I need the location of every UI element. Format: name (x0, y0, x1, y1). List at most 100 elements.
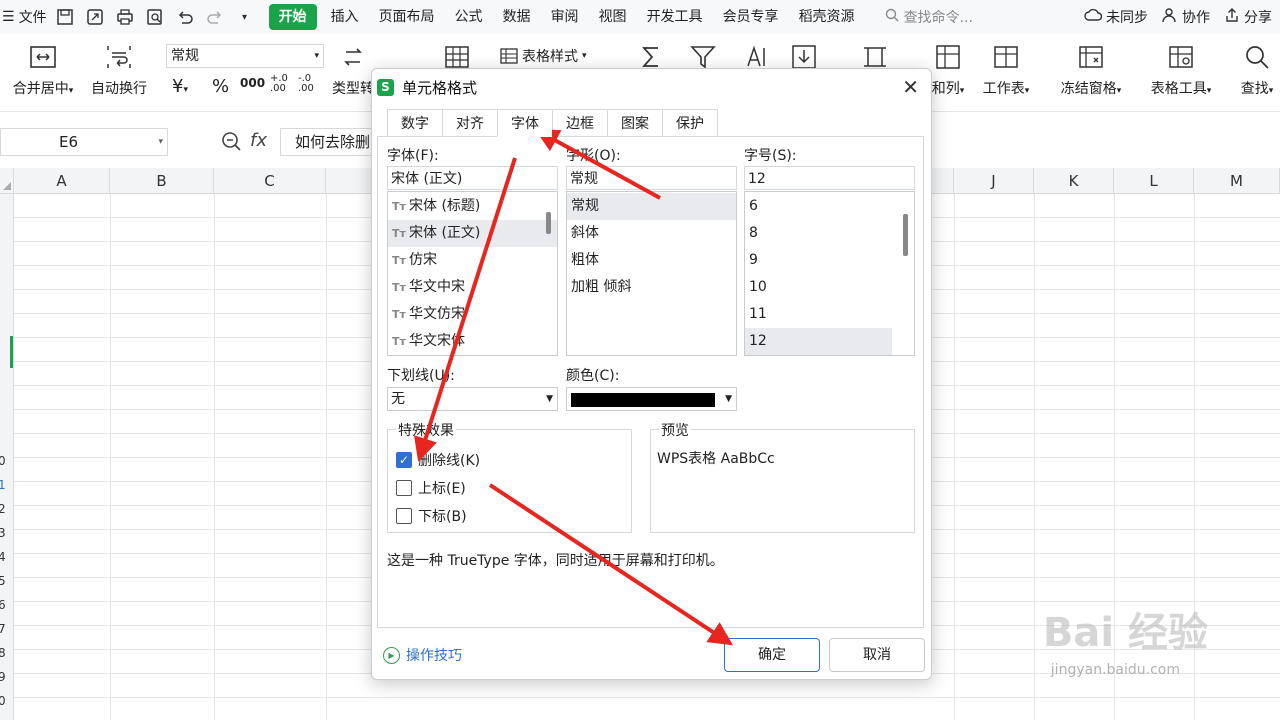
select-all-corner[interactable] (0, 168, 14, 194)
close-icon[interactable]: ✕ (902, 75, 919, 99)
formula-input[interactable]: 如何去除删 (280, 128, 380, 156)
freeze-panes-button[interactable]: 冻结窗格▾ (1054, 34, 1128, 98)
font-list[interactable]: Tт 宋体 (标题) Tт 宋体 (正文) Tт 仿宋 Tт 华文中宋 Tт 华文仿宋 T… (387, 191, 558, 356)
thousands-separator-button[interactable]: 000 (240, 76, 265, 90)
list-item[interactable]: 12 (745, 328, 892, 355)
column-header-l[interactable]: L (1114, 168, 1194, 194)
tab-number[interactable]: 数字 (387, 109, 442, 137)
row-header[interactable]: 8 (0, 646, 12, 660)
list-item[interactable]: 8 (745, 220, 914, 247)
tab-data[interactable]: 数据 (493, 4, 541, 30)
underline-select[interactable]: 无 ▼ (387, 387, 558, 411)
chevron-down-icon[interactable]: ▾ (235, 7, 255, 27)
percent-button[interactable]: % (212, 76, 229, 97)
row-header[interactable]: 0 (0, 454, 12, 468)
tab-developer[interactable]: 开发工具 (637, 4, 713, 30)
row-header[interactable]: 3 (0, 526, 12, 540)
strikethrough-checkbox[interactable]: ✓ 删除线(K) (396, 450, 480, 470)
list-item[interactable]: 粗体 (567, 247, 736, 274)
list-item[interactable]: Tт 宋体 (标题) (388, 193, 557, 220)
tab-insert[interactable]: 插入 (321, 4, 369, 30)
list-item[interactable]: Tт 仿宋 (388, 247, 557, 274)
sync-status[interactable]: 未同步 (1084, 7, 1148, 27)
list-item[interactable]: 斜体 (567, 220, 736, 247)
row-header[interactable]: 6 (0, 598, 12, 612)
share-button[interactable]: 分享 (1224, 7, 1272, 27)
redo-icon[interactable] (205, 7, 225, 27)
tab-page-layout[interactable]: 页面布局 (369, 4, 445, 30)
worksheet-button[interactable]: 工作表▾ (976, 34, 1036, 98)
list-item[interactable]: 加粗 倾斜 (567, 274, 736, 301)
color-label: 颜色(C): (566, 368, 620, 384)
tab-home[interactable]: 开始 (268, 4, 317, 30)
subscript-checkbox[interactable]: 下标(B) (396, 506, 467, 526)
wrap-text-button[interactable]: 自动换行 (88, 34, 150, 98)
ok-button[interactable]: 确定 (724, 638, 820, 672)
export-pdf-icon[interactable] (85, 7, 105, 27)
undo-icon[interactable] (175, 7, 195, 27)
list-item[interactable]: 6 (745, 193, 914, 220)
tab-border[interactable]: 边框 (552, 109, 607, 137)
merge-center-button[interactable]: 合并居中▾ (8, 34, 78, 98)
tab-font[interactable]: 字体 (497, 109, 552, 137)
row-header[interactable]: 1 (0, 478, 12, 492)
column-header-k[interactable]: K (1034, 168, 1114, 194)
list-item[interactable]: 11 (745, 301, 914, 328)
row-header[interactable]: 5 (0, 574, 12, 588)
list-item[interactable]: 9 (745, 247, 914, 274)
font-style-list[interactable]: 常规 斜体 粗体 加粗 倾斜 (566, 191, 737, 356)
scrollbar-thumb[interactable] (546, 212, 551, 234)
font-style-input[interactable]: 常规 (566, 166, 737, 190)
column-header-c[interactable]: C (214, 168, 326, 194)
tab-alignment[interactable]: 对齐 (442, 109, 497, 137)
column-header-a[interactable]: A (14, 168, 110, 194)
color-select[interactable]: ▼ (566, 387, 737, 411)
name-box[interactable]: E6 ▾ (0, 128, 168, 156)
cancel-button[interactable]: 取消 (829, 638, 925, 672)
currency-button[interactable]: ¥▾ (172, 76, 188, 97)
decrease-decimal-button[interactable]: -.0 .00 (298, 74, 314, 94)
tab-formulas[interactable]: 公式 (445, 4, 493, 30)
tab-view[interactable]: 视图 (589, 4, 637, 30)
font-input[interactable]: 宋体 (正文) (387, 166, 558, 190)
list-item[interactable]: Tт 宋体 (正文) (388, 220, 557, 247)
fx-icon[interactable]: fx (250, 130, 267, 151)
row-header[interactable]: 9 (0, 670, 12, 684)
tab-review[interactable]: 审阅 (541, 4, 589, 30)
column-header-j[interactable]: J (954, 168, 1034, 194)
save-icon[interactable] (55, 7, 75, 27)
row-header[interactable]: 7 (0, 622, 12, 636)
increase-decimal-button[interactable]: +.0 .00 (270, 74, 288, 94)
find-button[interactable]: 查找▾ (1234, 34, 1280, 98)
print-icon[interactable] (115, 7, 135, 27)
tips-link[interactable]: ▶ 操作技巧 (383, 645, 462, 665)
scrollbar-thumb[interactable] (903, 214, 908, 256)
file-menu[interactable]: ☰ 文件 (0, 7, 47, 27)
table-style-button[interactable]: 表格样式 ▾ (500, 46, 587, 66)
collab-button[interactable]: 协作 (1162, 7, 1210, 27)
number-format-select[interactable]: 常规 ▾ (166, 44, 324, 68)
table-tools-button[interactable]: 表格工具▾ (1144, 34, 1218, 98)
column-header-m[interactable]: M (1194, 168, 1280, 194)
superscript-checkbox[interactable]: 上标(E) (396, 478, 466, 498)
tab-protection[interactable]: 保护 (662, 109, 718, 137)
list-item[interactable]: Tт 华文宋体 (388, 328, 557, 355)
tab-docer[interactable]: 稻壳资源 (789, 4, 865, 30)
font-size-input[interactable]: 12 (744, 166, 915, 190)
row-header[interactable]: 4 (0, 550, 12, 564)
list-item[interactable]: Tт 华文仿宋 (388, 301, 557, 328)
tab-pattern[interactable]: 图案 (607, 109, 662, 137)
list-item[interactable]: 常规 (567, 193, 736, 220)
list-item[interactable]: Tт 华文中宋 (388, 274, 557, 301)
dialog-title-bar[interactable]: S 单元格格式 ✕ (372, 69, 931, 105)
row-header[interactable]: 2 (0, 502, 12, 516)
print-preview-icon[interactable] (145, 7, 165, 27)
worksheet-label: 工作表▾ (982, 81, 1030, 97)
font-size-list[interactable]: 6 8 9 10 11 12 (744, 191, 915, 356)
zoom-formula-icon[interactable] (220, 130, 242, 157)
tab-member[interactable]: 会员专享 (713, 4, 789, 30)
command-search[interactable]: 查找命令... (885, 7, 973, 27)
column-header-b[interactable]: B (110, 168, 214, 194)
row-header[interactable]: 0 (0, 694, 12, 708)
list-item[interactable]: 10 (745, 274, 914, 301)
